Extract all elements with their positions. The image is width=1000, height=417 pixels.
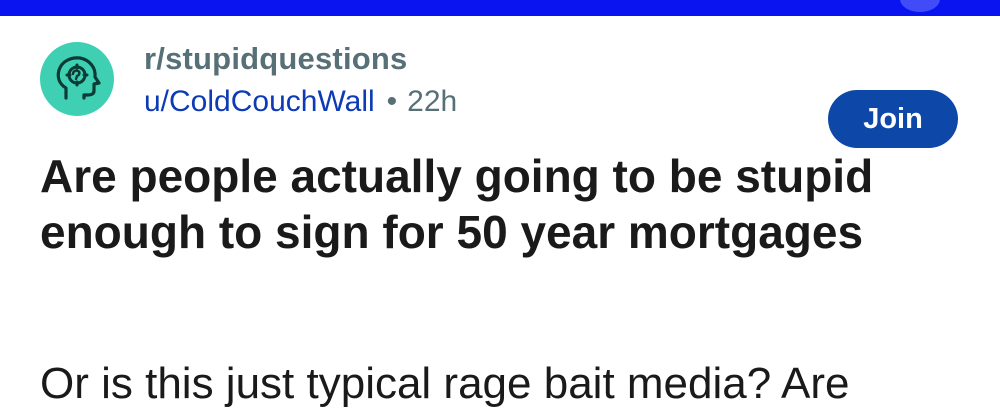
head-with-gear-icon <box>56 56 101 100</box>
post-age: 22h <box>407 85 458 118</box>
post-header: r/stupidquestions u/ColdCouchWall • 22h Jo… <box>40 40 980 148</box>
meta-separator: • <box>386 85 398 118</box>
join-button[interactable]: Join <box>828 90 958 148</box>
author-link[interactable]: u/ColdCouchWall <box>144 85 375 118</box>
post-title[interactable]: Are people actually going to be stupid e… <box>40 148 940 260</box>
post-body: Or is this just typical rage bait media?… <box>40 359 850 408</box>
author-line: u/ColdCouchWall • 22h <box>144 84 457 120</box>
community-avatar[interactable] <box>40 42 114 116</box>
subreddit-link[interactable]: r/stupidquestions <box>144 40 457 78</box>
post-meta: r/stupidquestions u/ColdCouchWall • 22h <box>144 40 457 120</box>
user-avatar[interactable] <box>900 0 940 12</box>
top-app-bar <box>0 0 1000 16</box>
